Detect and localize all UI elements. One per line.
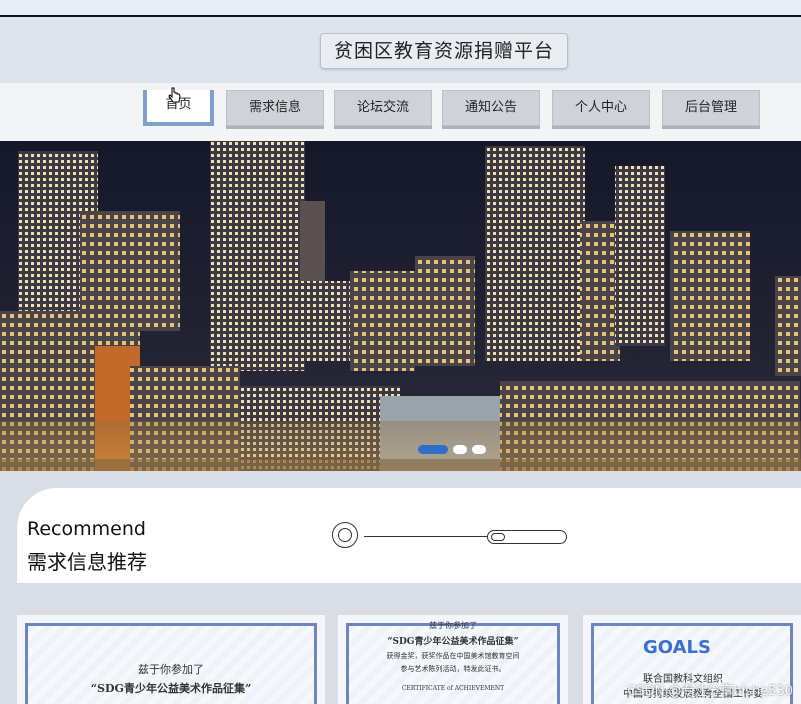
card-2-line-3: 获得金奖，获奖作品在中国美术馆教育空间	[386, 652, 520, 660]
card-2-line-1: 兹于你参加了	[429, 621, 477, 630]
nav-demand-info[interactable]: 需求信息	[226, 90, 324, 126]
decor-inner-circle-icon	[338, 528, 352, 542]
card-2-line-2: “SDG青少年公益美术作品征集”	[387, 637, 519, 647]
slide-dot-2[interactable]	[453, 445, 467, 454]
decor-inner-pill-icon	[491, 533, 505, 541]
top-strip	[0, 0, 801, 15]
nav-forum[interactable]: 论坛交流	[334, 90, 432, 126]
slide-dot-1[interactable]	[418, 445, 448, 454]
card-1-line-1: 兹于你参加了	[138, 663, 204, 676]
card-2-line-4: 参与艺术陈列活动，特发此证书。	[400, 665, 506, 673]
card-1-line-2: “SDG青少年公益美术作品征集”	[90, 682, 252, 695]
decor-line	[364, 536, 488, 537]
site-title: 贫困区教育资源捐赠平台	[320, 33, 568, 69]
nav-personal-center[interactable]: 个人中心	[552, 90, 650, 126]
recommend-title-zh: 需求信息推荐	[27, 550, 147, 574]
nav-admin[interactable]: 后台管理	[662, 90, 760, 126]
card-3-goals: GOALS	[643, 637, 711, 658]
card-2-line-5: CERTIFICATE of ACHIEVEMENT	[401, 685, 505, 692]
hand-cursor-icon	[168, 87, 181, 103]
recommend-title-en: Recommend	[27, 518, 146, 540]
banner-slideshow[interactable]	[0, 141, 801, 471]
slide-dot-3[interactable]	[472, 445, 486, 454]
city-skyline-image	[0, 141, 801, 471]
csdn-watermark: CSDN @专注分享bishe530	[627, 684, 793, 699]
demand-card-2[interactable]: 兹于你参加了 “SDG青少年公益美术作品征集” 获得金奖，获奖作品在中国美术馆教…	[338, 615, 568, 704]
demand-card-1[interactable]: 兹于你参加了 “SDG青少年公益美术作品征集”	[17, 615, 325, 704]
nav-notice[interactable]: 通知公告	[442, 90, 540, 126]
